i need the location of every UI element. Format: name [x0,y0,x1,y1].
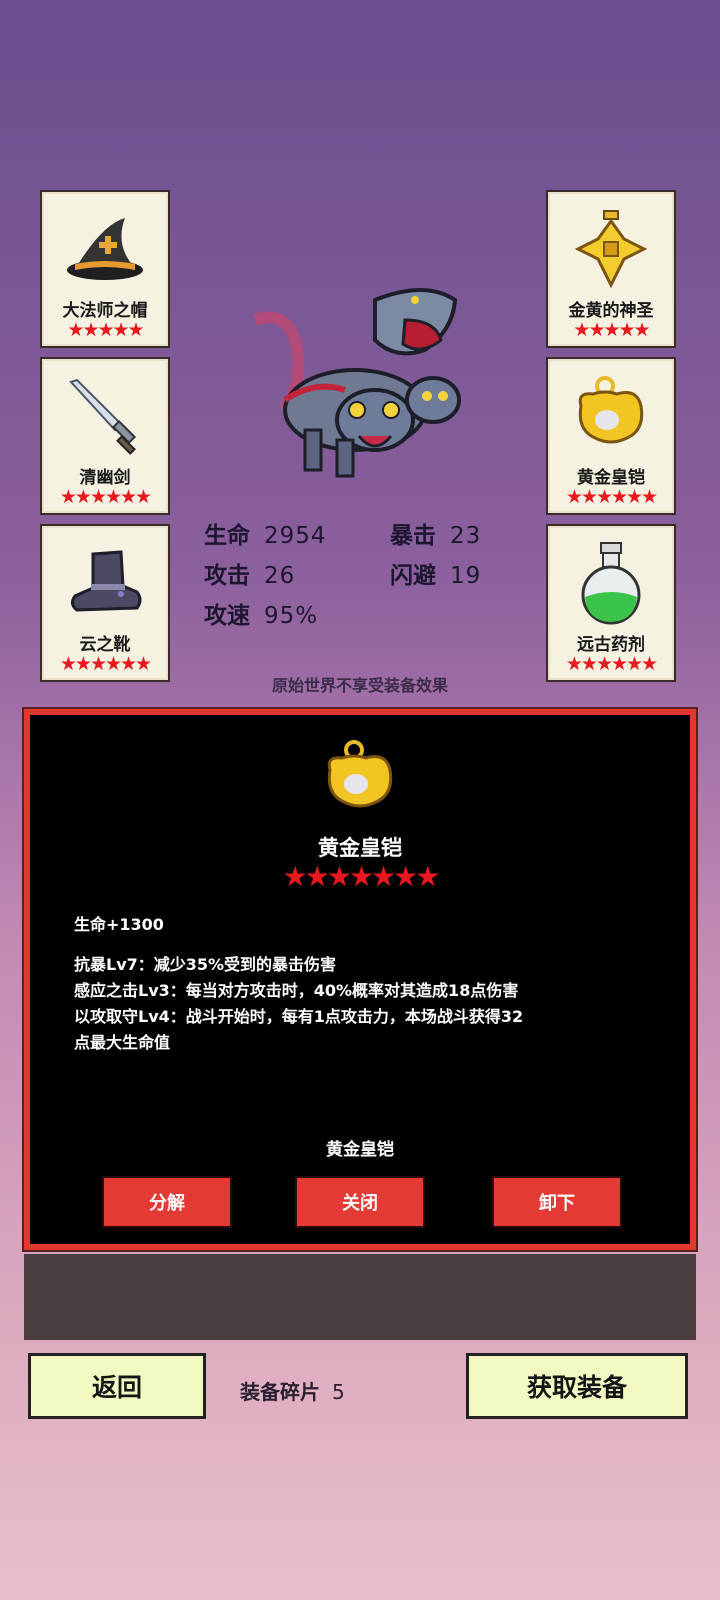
equip-slot-hat[interactable]: 大法师之帽 ★★★★★ [40,190,170,348]
sword-icon [42,373,168,459]
detail-title: 黄金皇铠 [318,836,402,860]
unequip-button[interactable]: 卸下 [492,1176,622,1228]
stat-value: 19 [450,563,482,589]
equip-slot-armor[interactable]: 黄金皇铠 ★★★★★★ [546,357,676,515]
slot-name: 清幽剑 [79,468,131,488]
stat-speed: 攻速 95% [204,596,318,630]
decompose-button[interactable]: 分解 [102,1176,232,1228]
stat-value: 2954 [264,523,327,549]
slot-name: 大法师之帽 [62,301,148,321]
detail-skill-line: 以攻取守Lv4：战斗开始时，每有1点攻击力，本场战斗获得32 [74,1007,524,1026]
pet-portrait [245,260,475,490]
stat-value: 23 [450,523,482,549]
panel-footer-bar [24,1254,696,1340]
detail-subtitle: 黄金皇铠 [326,1140,394,1160]
stat-hp: 生命 2954 [204,516,327,550]
star-rating: ★★★★★★ [565,653,658,675]
equipment-fragments: 装备碎片 5 [240,1376,345,1405]
stat-label: 攻速 [204,603,250,629]
stat-atk: 攻击 26 [204,556,295,590]
stat-label: 攻击 [204,563,250,589]
star-rating: ★★★★★ [67,319,144,341]
stat-label: 生命 [204,523,250,549]
equip-slot-holy[interactable]: 金黄的神圣 ★★★★★ [546,190,676,348]
wizard-hat-icon [42,206,168,292]
detail-skill-line: 抗暴Lv7：减少35%受到的暴击伤害 [74,955,337,974]
potion-icon [548,540,674,626]
boots-icon [42,540,168,626]
star-rating: ★★★★★★ [59,486,152,508]
detail-armor-icon [320,740,400,820]
stat-value: 95% [264,603,319,629]
slot-name: 云之靴 [79,635,131,655]
world-note: 原始世界不享受装备效果 [271,676,448,695]
star-rating: ★★★★★★ [565,486,658,508]
equip-slot-sword[interactable]: 清幽剑 ★★★★★★ [40,357,170,515]
back-button[interactable]: 返回 [28,1353,206,1419]
fragment-label: 装备碎片 [240,1380,320,1404]
stat-crit: 暴击 23 [390,516,481,550]
detail-skill-line: 点最大生命值 [74,1033,171,1052]
stat-label: 暴击 [390,523,436,549]
star-rating: ★★★★★ [573,319,650,341]
stat-value: 26 [264,563,296,589]
close-button[interactable]: 关闭 [295,1176,425,1228]
detail-skill-line: 感应之击Lv3：每当对方攻击时，40%概率对其造成18点伤害 [74,981,519,1000]
star-rating: ★★★★★★ [59,653,152,675]
slot-name: 远古药剂 [577,635,645,655]
equip-slot-potion[interactable]: 远古药剂 ★★★★★★ [546,524,676,682]
detail-star-rating: ★★★★★★★ [282,860,441,893]
detail-stat-line: 生命+1300 [74,915,164,934]
golden-armor-icon [548,373,674,459]
equip-slot-boots[interactable]: 云之靴 ★★★★★★ [40,524,170,682]
get-equipment-button[interactable]: 获取装备 [466,1353,688,1419]
slot-name: 金黄的神圣 [568,301,654,321]
fragment-count: 5 [332,1380,345,1404]
golden-cross-icon [548,206,674,292]
stat-dodge: 闪避 19 [390,556,481,590]
stat-label: 闪避 [390,563,436,589]
slot-name: 黄金皇铠 [577,468,645,488]
